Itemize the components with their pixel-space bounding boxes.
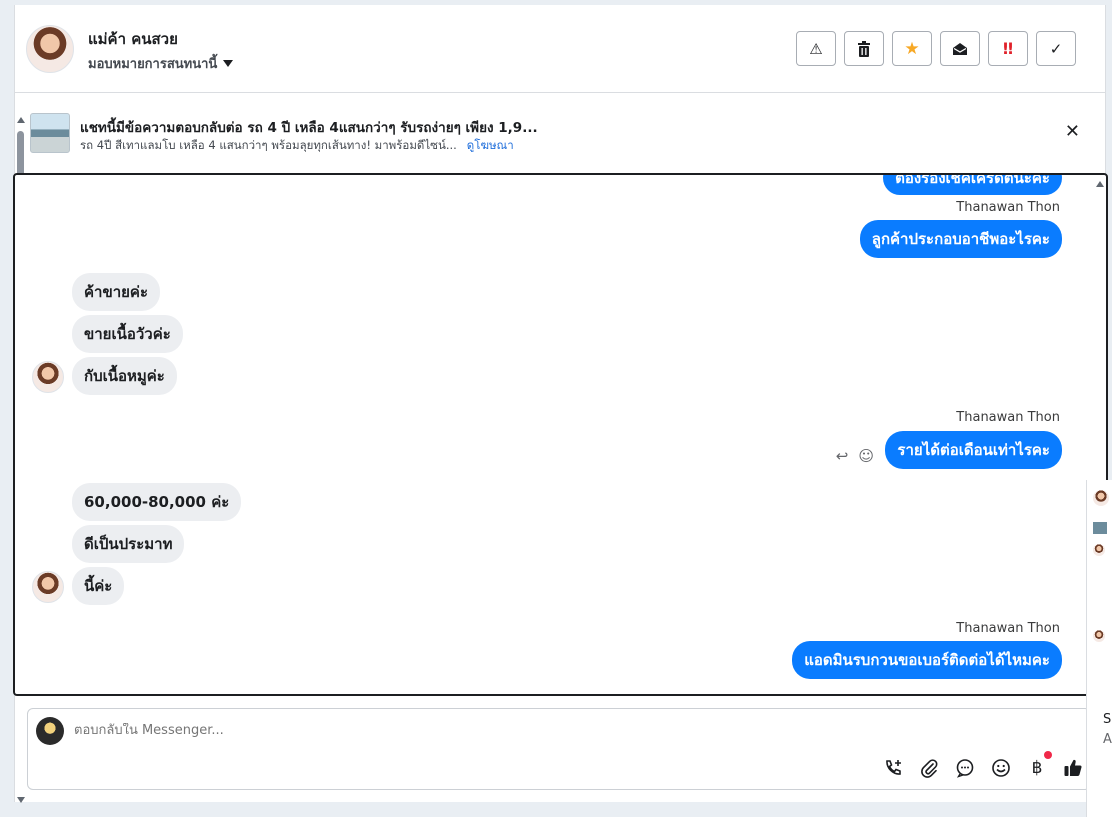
side-contact-avatar (1093, 630, 1105, 642)
message-row-incoming: นี้ค่ะ (72, 567, 125, 605)
close-icon[interactable]: ✕ (1065, 121, 1080, 142)
star-icon: ★ (904, 38, 920, 59)
priority-button[interactable]: ‼ (988, 31, 1028, 66)
incoming-message[interactable]: 60,000-80,000 ค่ะ (72, 483, 242, 521)
side-contact-avatar (1093, 544, 1105, 556)
incoming-message[interactable]: ดีเป็นประมาท (72, 525, 185, 563)
scroll-down-arrow-icon[interactable] (17, 797, 25, 803)
incoming-message[interactable]: ขายเนื้อวัวค่ะ (72, 315, 183, 353)
reply-icon[interactable]: ↩ (836, 447, 849, 465)
assign-conversation-dropdown[interactable]: มอบหมายการสนทนานี้ (88, 53, 234, 74)
ad-title: แชทนี้มีข้อความตอบกลับต่อ รถ 4 ปี เหลือ … (80, 120, 538, 136)
emoji-icon[interactable] (990, 757, 1012, 779)
outgoing-message[interactable]: รายได้ต่อเดือนเท่าไรคะ (885, 431, 1062, 469)
outgoing-message[interactable]: ลูกค้าประกอบอาชีพอะไรคะ (859, 220, 1062, 258)
sender-name: Thanawan Thon (956, 410, 1060, 425)
side-text: A (1103, 732, 1112, 747)
assign-label: มอบหมายการสนทนานี้ (88, 57, 218, 72)
contact-name[interactable]: แม่ค้า คนสวย (88, 27, 178, 51)
side-contact-avatar[interactable] (1093, 490, 1109, 506)
side-text: So (1103, 712, 1112, 727)
outgoing-message[interactable]: ต้องรองเช็คเครดิตนะคะ (883, 175, 1062, 195)
ad-description: รถ 4ปี สีเทาแลมโบ เหลือ 4 แสนกว่าๆ พร้อม… (80, 138, 457, 152)
mark-unread-button[interactable] (940, 31, 980, 66)
message-row-outgoing: ลูกค้าประกอบอาชีพอะไรคะ (859, 220, 1062, 258)
double-exclamation-icon: ‼ (1002, 39, 1014, 58)
sender-name: Thanawan Thon (956, 621, 1060, 636)
check-icon: ✓ (1049, 39, 1063, 58)
view-ad-link[interactable]: ดูโฆษณา (467, 138, 514, 152)
notification-dot (1044, 751, 1052, 759)
page-avatar (36, 717, 64, 745)
reply-composer: ฿ (27, 708, 1091, 790)
message-row-incoming: 60,000-80,000 ค่ะ (72, 483, 242, 521)
contact-avatar-small[interactable] (32, 361, 64, 393)
sender-name: Thanawan Thon (956, 200, 1060, 215)
ad-reply-banner: แชทนี้มีข้อความตอบกลับต่อ รถ 4 ปี เหลือ … (14, 95, 1106, 171)
message-row-incoming: ค้าขายค่ะ (72, 273, 161, 311)
incoming-message[interactable]: นี้ค่ะ (72, 567, 125, 605)
ad-thumbnail[interactable] (30, 113, 70, 153)
reply-input[interactable] (74, 723, 774, 738)
message-row-incoming: ขายเนื้อวัวค่ะ (72, 315, 183, 353)
message-row-incoming: ดีเป็นประมาท (72, 525, 185, 563)
incoming-message[interactable]: ค้าขายค่ะ (72, 273, 161, 311)
ad-subtitle: รถ 4ปี สีเทาแลมโบ เหลือ 4 แสนกว่าๆ พร้อม… (80, 137, 514, 155)
trash-icon (858, 40, 870, 57)
add-call-icon[interactable] (882, 757, 904, 779)
contact-avatar-small[interactable] (32, 571, 64, 603)
like-thumb-icon[interactable] (1062, 757, 1084, 779)
attachment-icon[interactable] (918, 757, 940, 779)
warning-icon: ⚠ (809, 39, 823, 58)
message-thread[interactable]: ต้องรองเช็คเครดิตนะคะ Thanawan Thon ลูกค… (13, 173, 1108, 696)
side-chat-list-fragment: So A (1086, 480, 1112, 817)
message-row-outgoing: แอดมินรบกวนขอเบอร์ติดต่อได้ไหมคะ (792, 641, 1062, 679)
delete-button[interactable] (844, 31, 884, 66)
payment-baht-icon[interactable]: ฿ (1026, 751, 1052, 779)
side-ad-thumbnail (1093, 522, 1107, 534)
message-row-incoming: กับเนื้อหมูค่ะ (72, 357, 177, 395)
contact-avatar[interactable] (26, 25, 74, 73)
outgoing-message[interactable]: แอดมินรบกวนขอเบอร์ติดต่อได้ไหมคะ (792, 641, 1062, 679)
header-actions: ⚠ ★ ‼ ✓ (796, 31, 1076, 66)
envelope-open-icon (953, 42, 967, 55)
message-hover-actions: ↩ ☺ (836, 447, 874, 465)
thread-scroll-up-icon[interactable] (1096, 181, 1104, 187)
react-emoji-icon[interactable]: ☺ (858, 447, 874, 465)
incoming-message[interactable]: กับเนื้อหมูค่ะ (72, 357, 177, 395)
conversation-header: แม่ค้า คนสวย มอบหมายการสนทนานี้ ⚠ ★ ‼ ✓ (14, 5, 1106, 93)
done-button[interactable]: ✓ (1036, 31, 1076, 66)
report-button[interactable]: ⚠ (796, 31, 836, 66)
saved-reply-icon[interactable] (954, 757, 976, 779)
caret-down-icon (223, 60, 234, 67)
star-button[interactable]: ★ (892, 31, 932, 66)
message-row-outgoing: ต้องรองเช็คเครดิตนะคะ (883, 175, 1062, 195)
message-row-outgoing: รายได้ต่อเดือนเท่าไรคะ (885, 431, 1062, 469)
composer-toolbar: ฿ (882, 751, 1084, 779)
